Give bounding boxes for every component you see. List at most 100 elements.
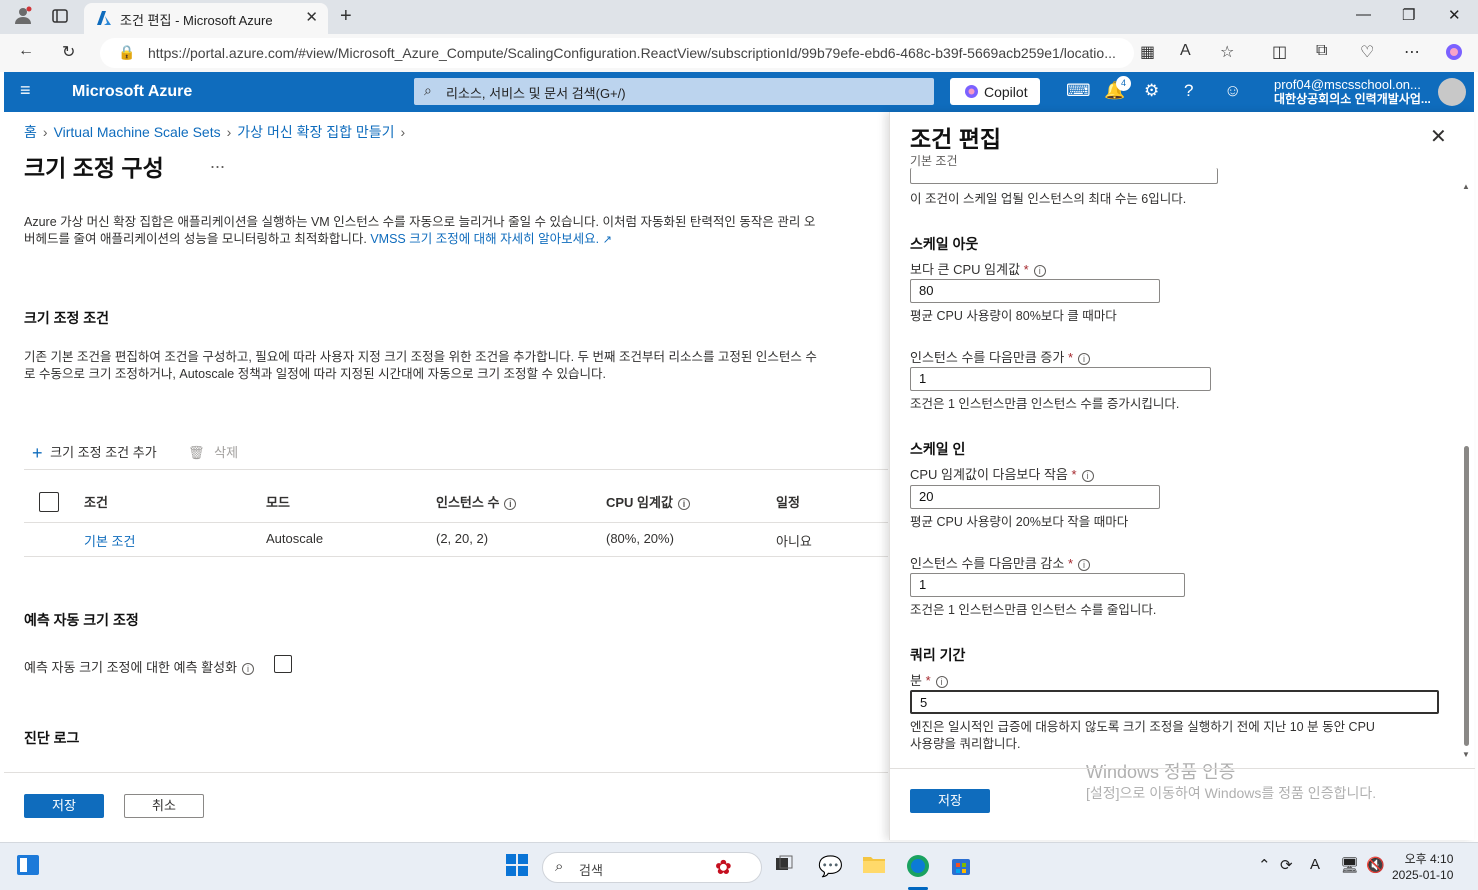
scroll-up-icon[interactable]: ▲: [1462, 182, 1470, 191]
feedback-icon[interactable]: ☺: [1224, 81, 1241, 101]
table-row-divider: [24, 556, 888, 557]
browser-essentials-icon[interactable]: ♡: [1360, 42, 1374, 62]
col-header-condition[interactable]: 조건: [84, 492, 108, 511]
volume-muted-icon[interactable]: 🔇: [1366, 856, 1385, 874]
read-aloud-icon[interactable]: A: [1180, 42, 1191, 60]
col-header-mode[interactable]: 모드: [266, 492, 290, 511]
col-header-schedule[interactable]: 일정: [776, 492, 800, 511]
task-view-icon[interactable]: [774, 854, 794, 880]
app-available-icon[interactable]: ▦: [1140, 42, 1155, 62]
breadcrumb-create-vmss[interactable]: 가상 머신 확장 집합 만들기: [237, 124, 394, 140]
edge-browser-icon[interactable]: [906, 854, 930, 884]
cpu-below-input[interactable]: 20: [910, 485, 1160, 509]
save-button[interactable]: 저장: [24, 794, 104, 818]
condition-mode: Autoscale: [266, 531, 324, 546]
panel-save-button[interactable]: 저장: [910, 789, 990, 813]
network-icon[interactable]: 🖥: [1340, 856, 1359, 874]
cpu-above-label: 보다 큰 CPU 임계값 * i: [910, 259, 1046, 278]
more-menu-icon[interactable]: ⋯: [1404, 42, 1420, 62]
settings-gear-icon[interactable]: ⚙: [1144, 81, 1159, 101]
info-icon: i: [935, 675, 948, 688]
account-menu[interactable]: prof04@mscsschool.on... 대한상공회의소 인력개발사업..…: [1274, 77, 1431, 107]
global-search-input[interactable]: ⌕ 리소스, 서비스 및 문서 검색(G+/): [414, 78, 934, 105]
external-link-icon: ↗: [602, 234, 612, 246]
col-header-cpu[interactable]: CPU 임계값 i: [606, 492, 690, 511]
cpu-above-input[interactable]: 80: [910, 279, 1160, 303]
copilot-label: Copilot: [984, 84, 1028, 100]
panel-subtitle: 기본 조건: [910, 154, 958, 168]
main-content: 홈 › Virtual Machine Scale Sets › 가상 머신 확장 집합…: [4, 112, 888, 840]
condition-cpu: (80%, 20%): [606, 531, 674, 546]
search-icon: ⌕: [424, 82, 432, 98]
scale-in-heading: 스케일 인: [910, 441, 966, 457]
panel-scroll-thumb[interactable]: [1464, 446, 1469, 746]
hamburger-menu-icon[interactable]: ≡: [20, 80, 31, 101]
window-close-icon[interactable]: ✕: [1448, 6, 1461, 24]
select-all-checkbox[interactable]: [39, 492, 59, 512]
azure-header: ≡ Microsoft Azure ⌕ 리소스, 서비스 및 문서 검색(G+/…: [4, 72, 1474, 112]
restore-icon[interactable]: ❐: [1402, 6, 1415, 24]
page-description: Azure 가상 머신 확장 집합은 애플리케이션을 실행하는 VM 인스턴스 …: [24, 215, 816, 246]
decrease-by-input[interactable]: 1: [910, 573, 1185, 597]
minutes-input[interactable]: 5: [910, 690, 1439, 714]
browser-tab[interactable]: 조건 편집 - Microsoft Azure ✕: [84, 3, 328, 34]
breadcrumb-vmss[interactable]: Virtual Machine Scale Sets: [54, 124, 221, 140]
panel-title: 조건 편집: [910, 126, 1002, 152]
site-info-icon[interactable]: 🔒: [118, 44, 135, 61]
col-header-instances[interactable]: 인스턴스 수i: [436, 492, 517, 511]
cpu-below-label: CPU 임계값이 다음보다 작음 * i: [910, 464, 1094, 483]
decrease-by-label: 인스턴스 수를 다음만큼 감소 * i: [910, 553, 1091, 572]
increase-by-input[interactable]: 1: [910, 367, 1211, 391]
avatar[interactable]: [1438, 78, 1466, 106]
predictive-checkbox[interactable]: [274, 655, 292, 673]
more-options-icon[interactable]: ...: [210, 152, 225, 173]
chevron-right-icon: ›: [226, 124, 232, 140]
new-tab-icon[interactable]: +: [340, 5, 352, 28]
learn-more-link[interactable]: VMSS 크기 조정에 대해 자세히 알아보세요.: [370, 232, 599, 246]
scroll-down-icon[interactable]: ▼: [1462, 750, 1470, 759]
tab-actions-icon[interactable]: [52, 8, 68, 29]
widgets-icon[interactable]: [16, 854, 40, 882]
store-icon[interactable]: [950, 854, 972, 882]
azure-brand[interactable]: Microsoft Azure: [72, 83, 192, 101]
windows-start-icon[interactable]: [506, 854, 528, 882]
ime-icon[interactable]: A: [1310, 856, 1320, 873]
collections-icon[interactable]: ⧉: [1316, 42, 1327, 60]
info-icon: i: [242, 662, 255, 675]
taskbar-clock[interactable]: 오후 4:10 2025-01-10: [1392, 851, 1453, 883]
split-screen-icon[interactable]: ◫: [1272, 42, 1287, 62]
address-bar[interactable]: 🔒 https://portal.azure.com/#view/Microso…: [100, 38, 1134, 68]
chevron-up-icon[interactable]: ⌃: [1258, 856, 1271, 874]
cancel-button[interactable]: 취소: [124, 794, 204, 818]
cloud-shell-icon[interactable]: ⌨: [1066, 81, 1091, 101]
minimize-icon[interactable]: —: [1356, 6, 1371, 23]
delete-button[interactable]: 🗑 삭제: [188, 442, 238, 461]
poinsettia-icon: ✿: [715, 857, 732, 879]
favorite-star-icon[interactable]: ☆: [1220, 42, 1234, 62]
add-condition-button[interactable]: + 크기 조정 조건 추가: [32, 442, 157, 464]
profile-icon[interactable]: [14, 6, 32, 29]
breadcrumb: 홈 › Virtual Machine Scale Sets › 가상 머신 확장 집합…: [24, 122, 411, 142]
cpu-above-help: 평균 CPU 사용량이 80%보다 클 때마다: [910, 309, 1117, 323]
max-instances-field-partial[interactable]: [910, 168, 1218, 184]
breadcrumb-home[interactable]: 홈: [24, 124, 37, 140]
refresh-icon[interactable]: ↻: [62, 42, 75, 62]
back-icon[interactable]: ←: [18, 42, 34, 60]
chat-icon[interactable]: 💬: [818, 854, 843, 879]
taskbar-search-input[interactable]: ⌕ 검색 ✿: [542, 852, 762, 883]
panel-close-icon[interactable]: ✕: [1430, 124, 1447, 149]
info-icon: i: [1078, 558, 1091, 571]
condition-name-link[interactable]: 기본 조건: [84, 531, 135, 550]
copilot-icon: [964, 84, 979, 102]
search-icon: ⌕: [555, 858, 564, 875]
max-instances-help: 이 조건이 스케일 업될 인스턴스의 최대 수는 6입니다.: [910, 192, 1187, 206]
query-duration-heading: 쿼리 기간: [910, 647, 966, 663]
tab-close-icon[interactable]: ✕: [305, 8, 318, 26]
table-top-divider: [24, 469, 888, 470]
predictive-heading: 예측 자동 크기 조정: [24, 612, 139, 628]
copilot-sidebar-icon[interactable]: [1444, 42, 1464, 67]
sync-icon[interactable]: ⟳: [1280, 856, 1293, 874]
copilot-button[interactable]: Copilot: [950, 78, 1040, 105]
help-icon[interactable]: ?: [1184, 81, 1193, 101]
file-explorer-icon[interactable]: [862, 854, 886, 880]
